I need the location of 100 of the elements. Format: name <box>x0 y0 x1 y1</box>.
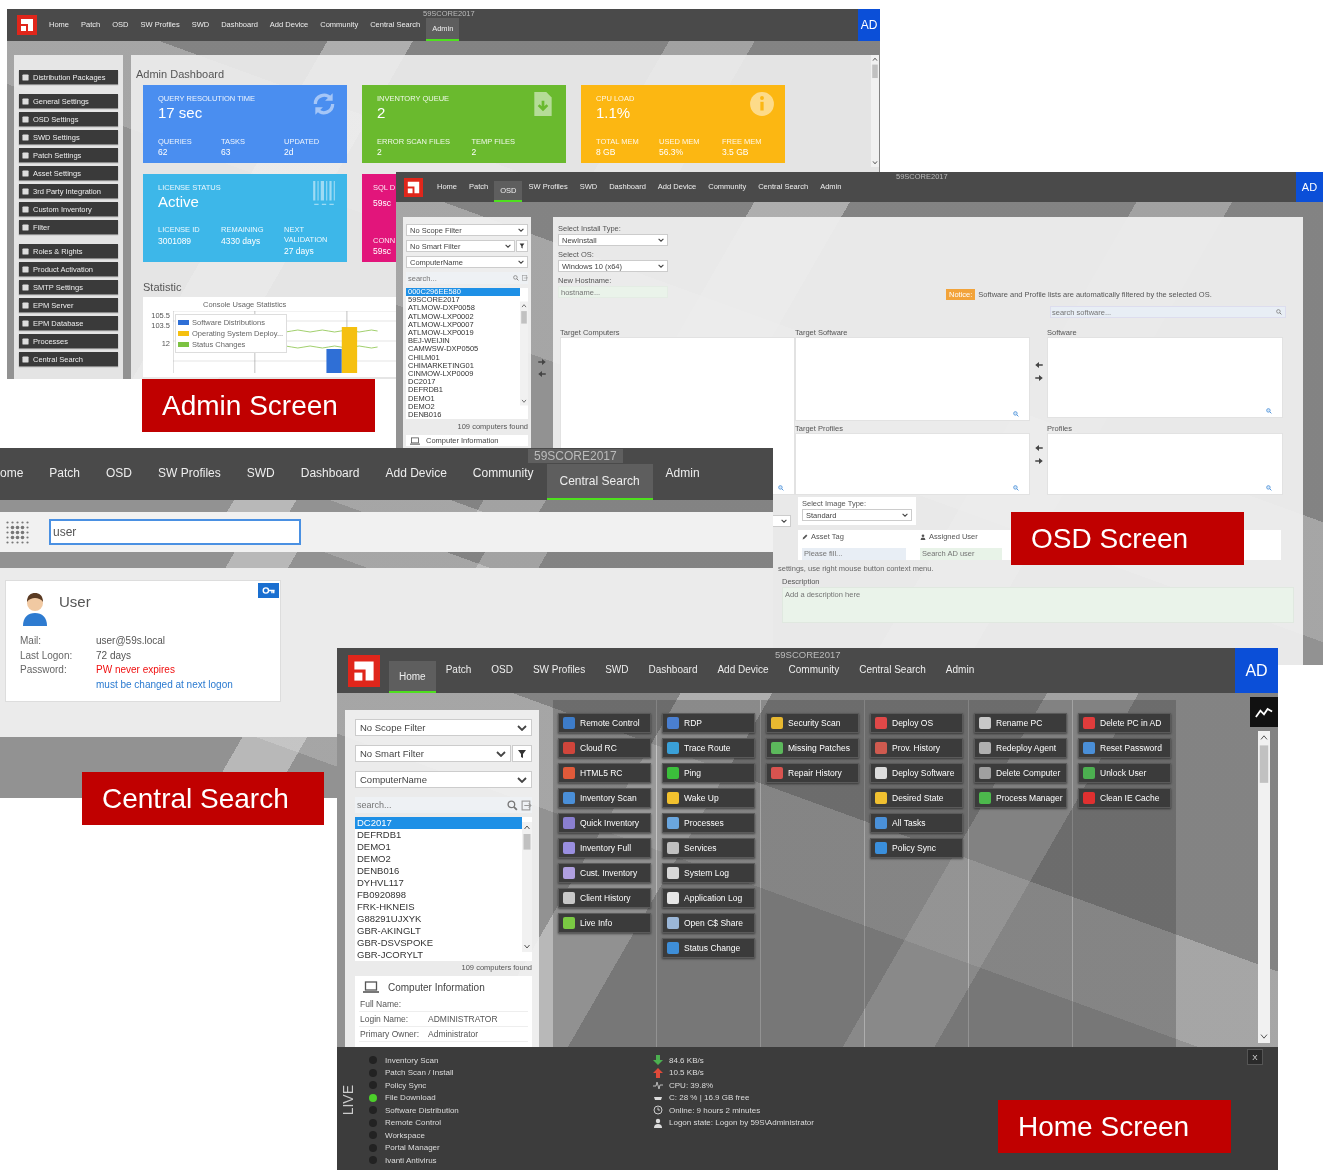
list-item[interactable]: DEMO2 <box>355 853 522 865</box>
list-item[interactable]: FRK-HKNEIS <box>355 901 522 913</box>
sort-dropdown[interactable]: ComputerName <box>355 771 532 788</box>
action-button[interactable]: HTML5 RC <box>558 763 651 783</box>
nav-tab[interactable]: Patch <box>435 664 482 677</box>
stat-value: 3.5 GB <box>722 147 750 157</box>
logo <box>348 654 380 687</box>
nav-tab[interactable]: ome <box>0 466 37 482</box>
action-button[interactable]: Rename PC <box>974 713 1067 733</box>
action-button[interactable]: Repair History <box>766 763 859 783</box>
caret-icon <box>658 238 664 242</box>
action-button[interactable]: Cust. Inventory <box>558 863 651 883</box>
action-button[interactable]: Process Manager <box>974 788 1067 808</box>
nav-tab[interactable]: Central Search <box>849 664 936 677</box>
action-button[interactable]: Delete PC in AD <box>1078 713 1171 733</box>
action-button[interactable]: Unlock User <box>1078 763 1171 783</box>
action-button[interactable]: Missing Patches <box>766 738 859 758</box>
list-item[interactable]: DEMO1 <box>355 841 522 853</box>
action-button[interactable]: Clean IE Cache <box>1078 788 1171 808</box>
action-button[interactable]: Application Log <box>662 888 755 908</box>
nav-tab[interactable]: Patch <box>36 466 94 482</box>
action-button[interactable]: Inventory Scan <box>558 788 651 808</box>
square-icon <box>22 301 29 309</box>
user-badge[interactable]: AD <box>858 9 880 41</box>
list-item[interactable]: DYHVL117 <box>355 877 522 889</box>
search-field[interactable]: user <box>49 519 301 545</box>
list-item[interactable]: FB0920898 <box>355 889 522 901</box>
square-icon <box>22 337 29 345</box>
action-button[interactable]: Reset Password <box>1078 738 1171 758</box>
nav-tab[interactable]: OSD <box>481 664 523 677</box>
logo <box>17 15 37 35</box>
stat-text: 10.5 KB/s <box>669 1068 704 1078</box>
action-button[interactable]: Deploy Software <box>870 763 963 783</box>
key-button[interactable] <box>258 583 279 598</box>
nav-tab[interactable]: Central Search <box>546 464 653 500</box>
server-name: 59SCORE2017 <box>528 449 623 463</box>
action-button[interactable]: Services <box>662 838 755 858</box>
caret-icon <box>518 260 524 264</box>
stat-value: 63 <box>221 147 232 157</box>
list-item[interactable]: GBR-JCORYLT <box>355 949 522 961</box>
action-button[interactable]: Prov. History <box>870 738 963 758</box>
action-button[interactable]: Wake Up <box>662 788 755 808</box>
close-button[interactable]: X <box>1247 1049 1263 1065</box>
caret-icon <box>496 750 506 757</box>
filter-dropdown[interactable]: No Smart Filter <box>355 745 511 762</box>
nav-tab[interactable]: OSD <box>93 466 146 482</box>
filter-button[interactable] <box>512 745 532 762</box>
nav-tab[interactable]: Dashboard <box>638 664 708 677</box>
nav-tab[interactable]: SWD <box>595 664 639 677</box>
caption-label: Home Screen <box>998 1100 1231 1153</box>
user-badge[interactable]: AD <box>1235 648 1278 693</box>
action-button[interactable]: Open C$ Share <box>662 913 755 933</box>
action-button[interactable]: Trace Route <box>662 738 755 758</box>
action-button[interactable]: Security Scan <box>766 713 859 733</box>
left-arrow-icon <box>1034 362 1043 368</box>
action-button[interactable]: System Log <box>662 863 755 883</box>
action-button[interactable]: Status Change <box>662 938 755 958</box>
list-item[interactable]: DENB016 <box>355 865 522 877</box>
field-value: 72 days <box>96 648 132 663</box>
nav-tab[interactable]: Community <box>459 466 547 482</box>
square-icon <box>22 133 29 141</box>
action-button[interactable]: Ping <box>662 763 755 783</box>
action-button[interactable]: RDP <box>662 713 755 733</box>
nav-tab[interactable]: SW Profiles <box>145 466 234 482</box>
filter-button[interactable] <box>516 240 528 252</box>
nav-tab[interactable]: Home <box>389 661 436 693</box>
nav-tab[interactable]: Admin <box>652 466 713 482</box>
dropdown[interactable] <box>771 515 791 527</box>
action-button[interactable]: Policy Sync <box>870 838 963 858</box>
action-button[interactable]: Delete Computer <box>974 763 1067 783</box>
action-button[interactable]: Processes <box>662 813 755 833</box>
nav-tab[interactable]: SWD <box>233 466 288 482</box>
nav-tab[interactable]: SW Profiles <box>522 664 596 677</box>
action-button[interactable]: Client History <box>558 888 651 908</box>
card-value: 17 sec <box>158 104 203 121</box>
action-button[interactable]: Redeploy Agent <box>974 738 1067 758</box>
search-field[interactable]: search... <box>355 797 532 813</box>
stat-text: CPU: 39.8% <box>669 1080 714 1090</box>
action-button[interactable]: Live Info <box>558 913 651 933</box>
chart-button[interactable] <box>1250 697 1278 727</box>
list-item[interactable]: GBR-AKINGLT <box>355 925 522 937</box>
action-button[interactable]: Inventory Full <box>558 838 651 858</box>
list-item[interactable]: DEFRDB1 <box>355 829 522 841</box>
nav-tab[interactable]: Admin <box>935 664 985 677</box>
action-button[interactable]: Cloud RC <box>558 738 651 758</box>
action-button[interactable]: Desired State <box>870 788 963 808</box>
search-input[interactable]: search... <box>355 798 504 812</box>
nav-tab[interactable]: Add Device <box>707 664 779 677</box>
action-button[interactable]: Remote Control <box>558 713 651 733</box>
list-item[interactable]: GBR-DSVSPOKE <box>355 937 522 949</box>
nav-tab[interactable]: Community <box>778 664 850 677</box>
nav-tab[interactable]: Add Device <box>372 466 460 482</box>
nav-tab[interactable]: Dashboard <box>287 466 373 482</box>
action-button[interactable]: Deploy OS <box>870 713 963 733</box>
scope-dropdown[interactable]: No Scope Filter <box>355 719 532 736</box>
action-button[interactable]: All Tasks <box>870 813 963 833</box>
list-item[interactable]: G88291UJXYK <box>355 913 522 925</box>
square-icon <box>22 355 29 363</box>
user-badge[interactable]: AD <box>1296 172 1323 202</box>
action-button[interactable]: Quick Inventory <box>558 813 651 833</box>
